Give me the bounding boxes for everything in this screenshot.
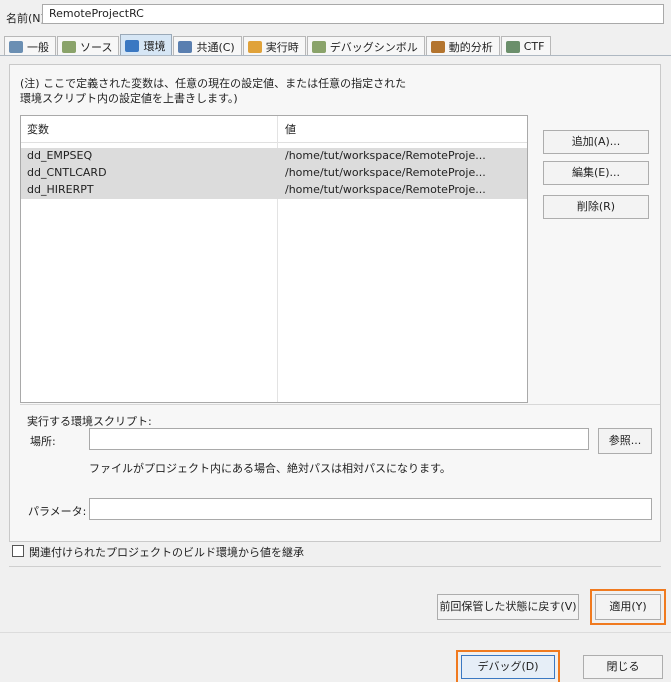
- name-input[interactable]: RemoteProjectRC: [42, 4, 664, 24]
- edit-button[interactable]: 編集(E)...: [543, 161, 649, 185]
- table-row[interactable]: dd_CNTLCARD /home/tut/workspace/RemotePr…: [21, 165, 527, 182]
- source-icon: [62, 40, 76, 53]
- environment-icon: [125, 39, 140, 52]
- relative-path-hint: ファイルがプロジェクト内にある場合、絶対パスは相対パスになります。: [89, 462, 451, 475]
- note-line-2: 環境スクリプト内の設定値を上書きします。): [20, 92, 238, 105]
- footer-divider: [0, 632, 671, 633]
- tab-environment[interactable]: 環境: [120, 34, 173, 56]
- inherit-checkbox-label[interactable]: 関連付けられたプロジェクトのビルド環境から値を継承: [29, 544, 304, 560]
- table-row[interactable]: dd_HIRERPT /home/tut/workspace/RemotePro…: [21, 182, 527, 199]
- row-value: /home/tut/workspace/RemoteProje...: [285, 166, 486, 179]
- row-variable: dd_EMPSEQ: [27, 149, 93, 162]
- table-header: 変数 値: [21, 116, 527, 143]
- add-button[interactable]: 追加(A)...: [543, 130, 649, 154]
- tab-general[interactable]: 一般: [4, 36, 56, 56]
- row-variable: dd_CNTLCARD: [27, 166, 107, 179]
- override-note: (注) ここで定義された変数は、任意の現在の設定値、または任意の指定された 環境…: [20, 76, 406, 106]
- ctf-icon: [505, 40, 520, 53]
- location-input[interactable]: [89, 428, 589, 450]
- column-header-value[interactable]: 値: [285, 121, 296, 137]
- tab-label: CTF: [523, 40, 545, 53]
- close-button[interactable]: 閉じる: [583, 655, 663, 679]
- note-line-1: (注) ここで定義された変数は、任意の現在の設定値、または任意の指定された: [20, 77, 407, 90]
- location-label: 場所:: [30, 435, 56, 448]
- browse-button[interactable]: 参照...: [598, 428, 652, 454]
- tab-bar: 一般 ソース 環境 共通(C) 実行時 デバッグシンボル 動的分析 CTF: [0, 32, 671, 56]
- inherit-checkbox[interactable]: [12, 545, 24, 557]
- common-icon: [178, 40, 193, 53]
- delete-button[interactable]: 削除(R): [543, 195, 649, 219]
- tab-source[interactable]: ソース: [57, 36, 120, 56]
- tab-debug-symbols[interactable]: デバッグシンボル: [306, 36, 425, 56]
- tab-label: 環境: [143, 39, 166, 53]
- debug-button[interactable]: デバッグ(D): [456, 650, 560, 682]
- general-icon: [9, 40, 23, 53]
- row-value: /home/tut/workspace/RemoteProje...: [285, 183, 486, 196]
- tab-common[interactable]: 共通(C): [173, 36, 242, 56]
- divider: [9, 566, 661, 567]
- runtime-icon: [247, 40, 262, 53]
- debug-symbol-icon: [311, 40, 326, 53]
- dynamic-analysis-icon: [430, 40, 445, 53]
- parameters-input[interactable]: [89, 498, 652, 520]
- tab-underline: [0, 55, 671, 56]
- column-header-variable[interactable]: 変数: [27, 121, 49, 137]
- tab-label: 共通(C): [196, 40, 235, 54]
- tab-label: 動的分析: [448, 40, 493, 54]
- tab-label: 一般: [27, 40, 49, 54]
- tab-dynamic-analysis[interactable]: 動的分析: [425, 36, 500, 56]
- parameters-label: パラメータ:: [28, 505, 87, 518]
- tab-runtime[interactable]: 実行時: [242, 36, 306, 56]
- table-row[interactable]: dd_EMPSEQ /home/tut/workspace/RemoteProj…: [21, 148, 527, 165]
- tab-label: ソース: [80, 40, 113, 54]
- tab-ctf[interactable]: CTF: [500, 36, 552, 56]
- row-variable: dd_HIRERPT: [27, 183, 94, 196]
- revert-button[interactable]: 前回保管した状態に戻す(V): [437, 594, 579, 620]
- environment-script-label: 実行する環境スクリプト:: [27, 415, 152, 428]
- tab-label: 実行時: [265, 40, 299, 54]
- apply-button[interactable]: 適用(Y): [590, 589, 666, 625]
- row-value: /home/tut/workspace/RemoteProje...: [285, 149, 486, 162]
- tab-label: デバッグシンボル: [329, 40, 418, 54]
